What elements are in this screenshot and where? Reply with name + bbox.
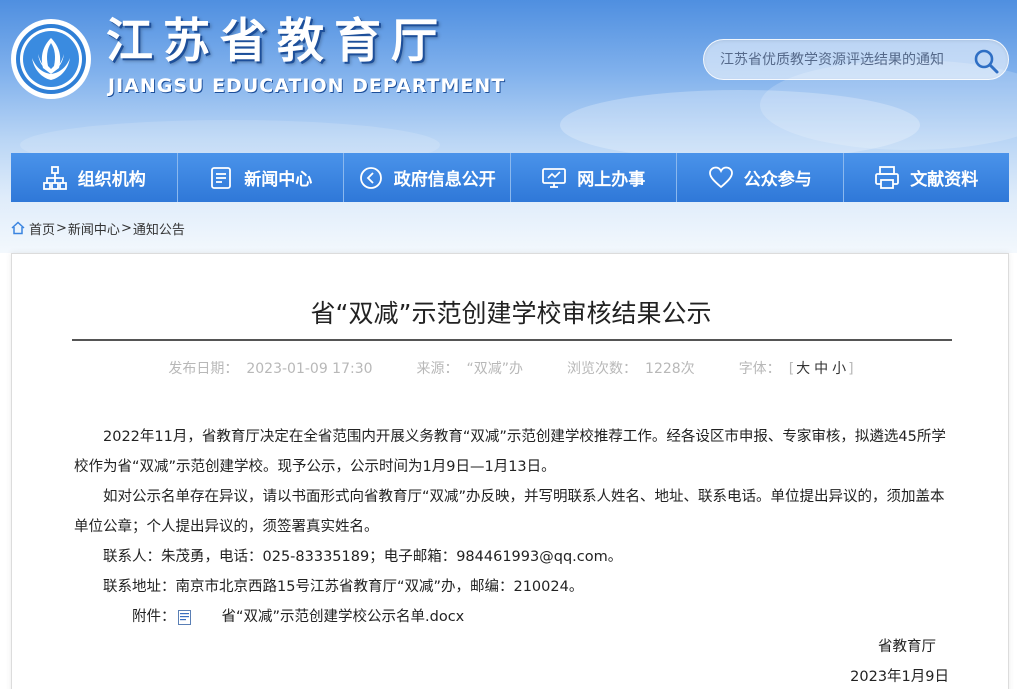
source-value: “双减”办 xyxy=(466,361,524,377)
views-meta: 浏览次数： 1228次 xyxy=(567,358,695,378)
font-size-large-button[interactable]: 大 xyxy=(796,361,810,377)
article-title: 省“双减”示范创建学校审核结果公示 xyxy=(310,299,712,328)
nav-item-gov-info[interactable]: 政府信息公开 xyxy=(344,153,511,202)
nav-item-label: 新闻中心 xyxy=(244,170,313,190)
nav-item-news[interactable]: 新闻中心 xyxy=(177,153,344,202)
breadcrumb-news-link[interactable]: 新闻中心 xyxy=(68,219,120,238)
breadcrumb-separator: > xyxy=(56,220,67,236)
article-paragraph: 联系人：朱茂勇，电话：025-83335189；电子邮箱：984461993@q… xyxy=(103,549,623,565)
nav-item-label: 政府信息公开 xyxy=(393,170,496,190)
article-paragraph: 2022年11月，省教育厅决定在全省范围内开展义务教育“双减”示范创建学校推荐工… xyxy=(74,429,946,475)
heart-icon xyxy=(708,166,733,188)
header-banner: 江苏省教育厅 JIANGSU EDUCATION DEPARTMENT xyxy=(0,0,1017,253)
title-divider xyxy=(72,339,952,341)
font-size-bracket-open: [ xyxy=(788,361,795,377)
docx-file-icon xyxy=(177,609,191,625)
nav-item-label: 公众参与 xyxy=(743,170,812,190)
breadcrumb-notice-link[interactable]: 通知公告 xyxy=(133,219,185,238)
sign-date: 2023年1月9日 xyxy=(850,669,949,685)
font-size-small-button[interactable]: 小 xyxy=(832,361,846,377)
nav-item-label: 文献资料 xyxy=(910,170,979,190)
source-meta: 来源： “双减”办 xyxy=(417,358,524,378)
search-icon[interactable] xyxy=(972,47,1000,75)
monitor-icon xyxy=(542,167,567,188)
breadcrumb-home-link[interactable]: 首页 xyxy=(29,219,55,238)
font-size-bracket-close: ] xyxy=(848,361,854,377)
font-size-controls: 字体： [大中小] xyxy=(739,358,854,378)
article-paragraph: 联系地址：南京市北京西路15号江苏省教育厅“双减”办，邮编：210024。 xyxy=(103,579,584,595)
views-value: 1228次 xyxy=(645,361,695,377)
font-size-medium-button[interactable]: 中 xyxy=(814,361,828,377)
play-circle-icon xyxy=(359,166,382,189)
news-document-icon xyxy=(211,166,232,189)
printer-icon xyxy=(875,165,900,189)
publish-date-value: 2023-01-09 17:30 xyxy=(246,361,373,377)
publish-date-label: 发布日期： xyxy=(168,361,239,377)
source-label: 来源： xyxy=(416,361,459,377)
nav-item-organization[interactable]: 组织机构 xyxy=(11,153,178,202)
article-meta: 发布日期： 2023-01-09 17:30 来源： “双减”办 浏览次数： 1228… xyxy=(12,358,1010,378)
attachment-label: 附件： xyxy=(132,609,176,625)
signer: 省教育厅 xyxy=(878,639,936,655)
nav-item-online-services[interactable]: 网上办事 xyxy=(510,153,677,202)
article-card: 省“双减”示范创建学校审核结果公示 发布日期： 2023-01-09 17:30 … xyxy=(11,253,1009,689)
article-body: 2022年11月，省教育厅决定在全省范围内开展义务教育“双减”示范创建学校推荐工… xyxy=(74,422,954,632)
search-box xyxy=(703,39,1009,80)
home-icon xyxy=(11,221,25,235)
site-subtitle: JIANGSU EDUCATION DEPARTMENT xyxy=(108,75,506,97)
views-label: 浏览次数： xyxy=(567,361,638,377)
search-input[interactable] xyxy=(720,50,968,70)
font-size-label: 字体： xyxy=(738,361,781,377)
publish-date-meta: 发布日期： 2023-01-09 17:30 xyxy=(168,358,372,378)
jiangsu-education-emblem-icon[interactable] xyxy=(10,18,92,100)
attachment-line: 附件： 省“双减”示范创建学校公示名单.docx xyxy=(74,602,954,632)
breadcrumb: 首页 > 新闻中心 > 通知公告 xyxy=(11,218,185,238)
site-title[interactable]: 江苏省教育厅 xyxy=(106,14,448,70)
nav-item-public-participation[interactable]: 公众参与 xyxy=(677,153,844,202)
nav-item-label: 组织机构 xyxy=(77,170,146,190)
nav-item-label: 网上办事 xyxy=(577,170,646,190)
attachment-link[interactable]: 省“双减”示范创建学校公示名单.docx xyxy=(193,602,465,632)
breadcrumb-separator: > xyxy=(120,220,132,236)
org-chart-icon xyxy=(42,165,67,190)
article-signature: 省教育厅 2023年1月9日 xyxy=(850,632,949,689)
main-nav: 组织机构 新闻中心 政府信息公开 网上办事 公众参与 文献资料 xyxy=(11,153,1009,202)
article-paragraph: 如对公示名单存在异议，请以书面形式向省教育厅“双减”办反映，并写明联系人姓名、地… xyxy=(74,489,945,535)
nav-item-literature[interactable]: 文献资料 xyxy=(843,153,1009,202)
